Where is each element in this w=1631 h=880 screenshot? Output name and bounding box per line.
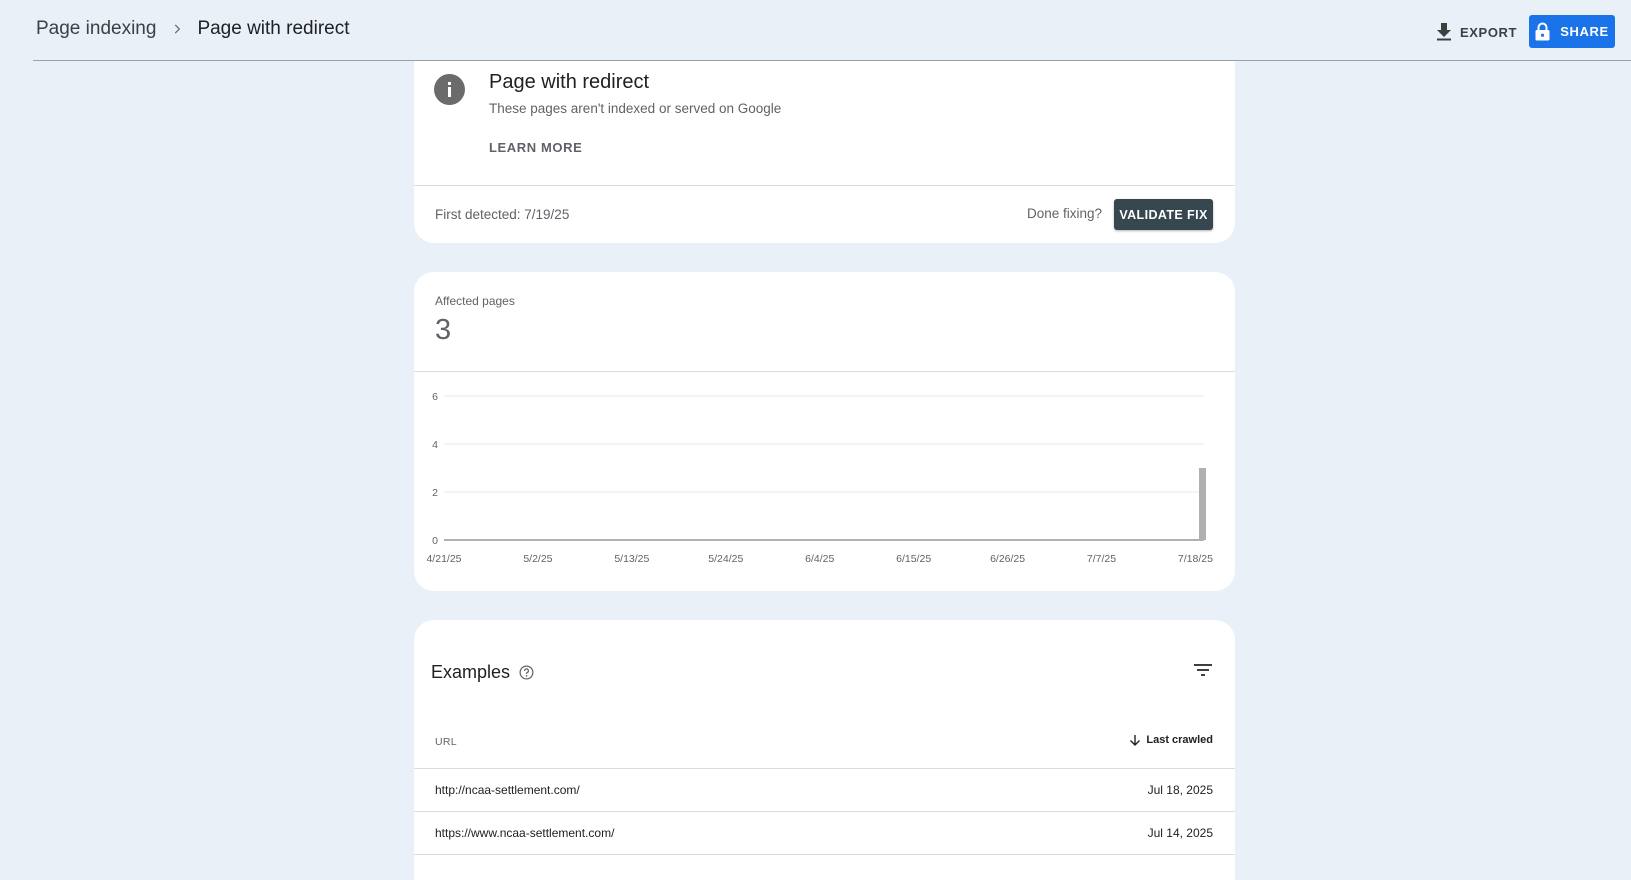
export-button[interactable]: EXPORT bbox=[1436, 19, 1517, 45]
table-row-url[interactable]: http://ncaa-settlement.com/ bbox=[435, 783, 580, 797]
breadcrumb: Page indexing Page with redirect bbox=[36, 18, 350, 40]
column-header-last-crawled[interactable]: Last crawled bbox=[1129, 734, 1213, 746]
x-tick-label: 7/18/25 bbox=[1178, 553, 1213, 565]
examples-heading: Examples bbox=[431, 662, 534, 683]
share-button[interactable]: SHARE bbox=[1529, 15, 1615, 48]
table-row-divider bbox=[414, 854, 1235, 855]
validate-fix-button[interactable]: VALIDATE FIX bbox=[1114, 199, 1213, 230]
x-tick-label: 6/15/25 bbox=[896, 553, 931, 565]
examples-card: Examples URL Last crawled http://ncaa-se… bbox=[414, 620, 1235, 880]
breadcrumb-page-indexing[interactable]: Page indexing bbox=[36, 18, 156, 40]
x-tick-label: 5/24/25 bbox=[708, 553, 743, 565]
issue-subtitle: These pages aren't indexed or served on … bbox=[489, 101, 782, 116]
table-row-url[interactable]: https://www.ncaa-settlement.com/ bbox=[435, 826, 614, 840]
help-icon[interactable] bbox=[519, 665, 534, 680]
export-label: EXPORT bbox=[1460, 24, 1518, 40]
top-bar: Page indexing Page with redirect EXPORT … bbox=[0, 0, 1631, 61]
y-tick-label: 0 bbox=[432, 535, 438, 547]
table-header-divider bbox=[414, 768, 1235, 769]
issue-title: Page with redirect bbox=[489, 71, 650, 93]
last-crawled-label: Last crawled bbox=[1146, 734, 1213, 746]
x-tick-label: 7/7/25 bbox=[1087, 553, 1116, 565]
first-detected-text: First detected: 7/19/25 bbox=[435, 207, 570, 222]
x-tick-label: 5/2/25 bbox=[523, 553, 552, 565]
affected-pages-chart: 0 2 4 6 4/21/25 5/2/25 5/13/25 5/24/25 6/4/25 6/1… bbox=[426, 391, 1213, 565]
column-header-url: URL bbox=[435, 736, 457, 748]
affected-pages-card: Affected pages 3 0 2 4 6 4/21/25 5/2/25 5/13/2… bbox=[414, 272, 1235, 591]
y-tick-label: 6 bbox=[432, 391, 438, 403]
affected-pages-label: Affected pages bbox=[435, 294, 515, 308]
affected-pages-count: 3 bbox=[435, 314, 452, 346]
page-title: Page with redirect bbox=[197, 18, 350, 39]
filter-icon[interactable] bbox=[1191, 658, 1215, 682]
arrow-down-icon bbox=[1130, 735, 1141, 746]
issue-card: Page with redirect These pages aren't in… bbox=[414, 61, 1235, 243]
y-tick-label: 2 bbox=[432, 487, 438, 499]
x-tick-label: 5/13/25 bbox=[614, 553, 649, 565]
lock-icon bbox=[1535, 22, 1550, 41]
issue-divider bbox=[414, 185, 1235, 186]
chart-bar bbox=[1199, 468, 1206, 540]
info-icon bbox=[434, 74, 465, 105]
table-row-divider bbox=[414, 811, 1235, 812]
x-tick-label: 6/26/25 bbox=[990, 553, 1025, 565]
table-row-date: Jul 18, 2025 bbox=[1147, 783, 1213, 797]
done-fixing-text: Done fixing? bbox=[1027, 206, 1103, 221]
examples-title: Examples bbox=[431, 662, 511, 682]
table-row-date: Jul 14, 2025 bbox=[1147, 826, 1213, 840]
x-tick-label: 6/4/25 bbox=[805, 553, 834, 565]
share-label: SHARE bbox=[1560, 24, 1609, 39]
chevron-right-icon bbox=[175, 24, 181, 34]
download-icon bbox=[1437, 23, 1451, 41]
learn-more-link[interactable]: LEARN MORE bbox=[489, 140, 582, 155]
x-tick-label: 4/21/25 bbox=[426, 553, 461, 565]
y-tick-label: 4 bbox=[432, 439, 438, 451]
